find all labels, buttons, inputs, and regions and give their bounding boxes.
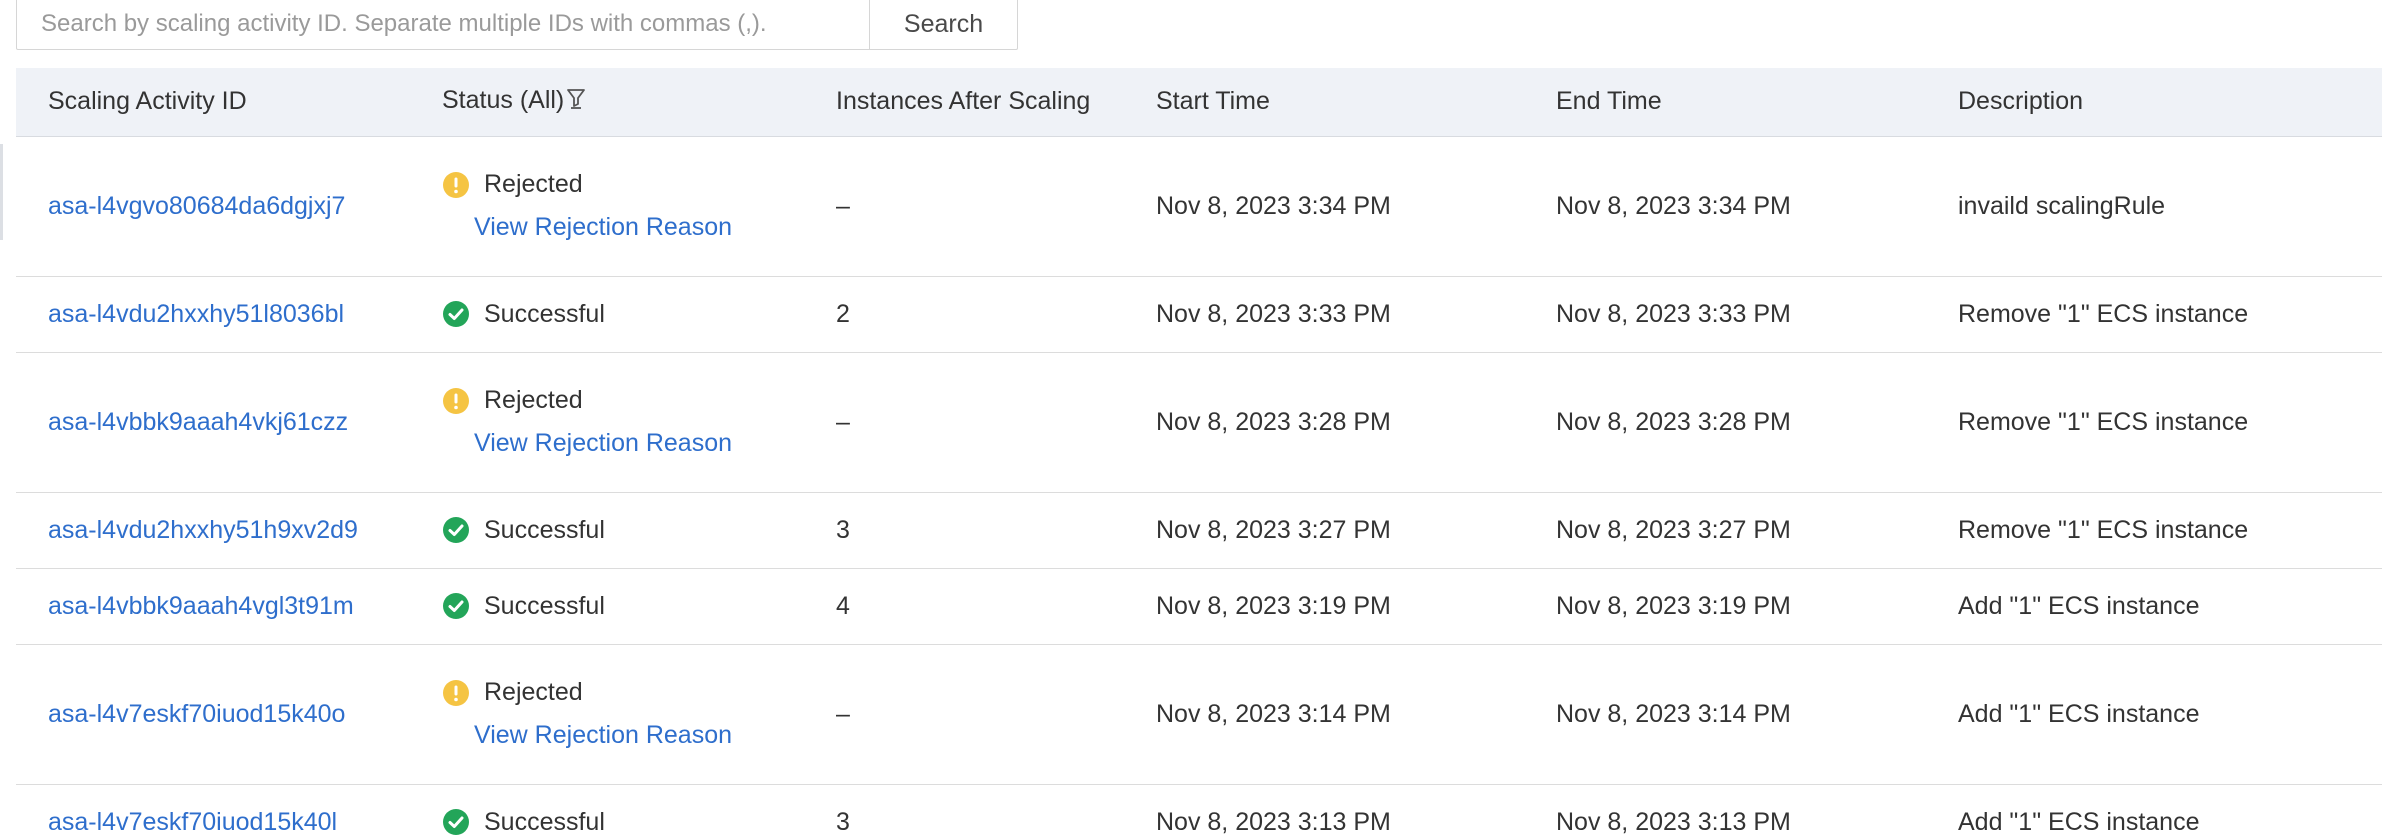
check-circle-icon — [442, 516, 470, 544]
column-header-start-time: Start Time — [1142, 68, 1542, 137]
table-row: asa-l4v7eskf70iuod15k40l Successful 3 Nov 8… — [16, 784, 2382, 838]
activity-id-link[interactable]: asa-l4vdu2hxxhy51l8036bl — [48, 300, 344, 328]
cell-status: Successful — [422, 784, 822, 838]
status-line: Successful — [442, 300, 822, 329]
column-header-end-time: End Time — [1542, 68, 1942, 137]
cell-description: Remove "1" ECS instance — [1942, 352, 2382, 493]
table-header-row: Scaling Activity ID Status (All) Instanc… — [16, 68, 2382, 137]
cell-activity-id: asa-l4vgvo80684da6dgjxj7 — [16, 136, 422, 277]
cell-start-time: Nov 8, 2023 3:28 PM — [1142, 352, 1542, 493]
check-circle-icon — [442, 300, 470, 328]
table-row: asa-l4vbbk9aaah4vgl3t91m Successful 4 Nov 8… — [16, 568, 2382, 645]
cell-instances: – — [822, 352, 1142, 493]
cell-end-time: Nov 8, 2023 3:13 PM — [1542, 784, 1942, 838]
cell-status: Rejected View Rejection Reason — [422, 136, 822, 277]
cell-instances: 4 — [822, 568, 1142, 645]
status-text: Successful — [484, 299, 605, 328]
status-line: Successful — [442, 808, 822, 837]
status-line: Rejected — [442, 170, 822, 199]
cell-status: Rejected View Rejection Reason — [422, 352, 822, 493]
cell-instances: 3 — [822, 492, 1142, 569]
warning-icon — [442, 387, 470, 415]
activity-id-link[interactable]: asa-l4vdu2hxxhy51h9xv2d9 — [48, 516, 358, 544]
scaling-activities-table: Scaling Activity ID Status (All) Instanc… — [16, 68, 2382, 838]
cell-description: Add "1" ECS instance — [1942, 644, 2382, 785]
search-button[interactable]: Search — [870, 0, 1018, 50]
view-rejection-reason-link[interactable]: View Rejection Reason — [474, 429, 822, 458]
cell-end-time: Nov 8, 2023 3:27 PM — [1542, 492, 1942, 569]
column-header-status-label: Status (All) — [442, 85, 565, 114]
cell-description: Add "1" ECS instance — [1942, 784, 2382, 838]
warning-icon — [442, 679, 470, 707]
table-body: asa-l4vgvo80684da6dgjxj7 Rejected View Rej… — [16, 136, 2382, 838]
status-text: Rejected — [484, 170, 583, 198]
warning-icon — [442, 171, 470, 199]
cell-instances: 2 — [822, 276, 1142, 353]
table-row: asa-l4vgvo80684da6dgjxj7 Rejected View Rej… — [16, 136, 2382, 277]
cell-status: Successful — [422, 276, 822, 353]
cell-activity-id: asa-l4vdu2hxxhy51l8036bl — [16, 276, 422, 353]
cell-description: Remove "1" ECS instance — [1942, 276, 2382, 353]
cell-activity-id: asa-l4vbbk9aaah4vkj61czz — [16, 352, 422, 493]
cell-start-time: Nov 8, 2023 3:27 PM — [1142, 492, 1542, 569]
activity-id-link[interactable]: asa-l4v7eskf70iuod15k40o — [48, 700, 345, 728]
cell-instances: – — [822, 136, 1142, 277]
cell-end-time: Nov 8, 2023 3:33 PM — [1542, 276, 1942, 353]
status-line: Successful — [442, 516, 822, 545]
cell-end-time: Nov 8, 2023 3:28 PM — [1542, 352, 1942, 493]
cell-status: Rejected View Rejection Reason — [422, 644, 822, 785]
table-row: asa-l4v7eskf70iuod15k40o Rejected View Rej… — [16, 644, 2382, 785]
status-line: Rejected — [442, 386, 822, 415]
status-text: Successful — [484, 515, 605, 544]
cell-status: Successful — [422, 568, 822, 645]
search-bar: Search — [16, 0, 1018, 50]
status-text: Successful — [484, 591, 605, 620]
view-rejection-reason-link[interactable]: View Rejection Reason — [474, 213, 822, 242]
cell-start-time: Nov 8, 2023 3:33 PM — [1142, 276, 1542, 353]
cell-status: Successful — [422, 492, 822, 569]
cell-start-time: Nov 8, 2023 3:14 PM — [1142, 644, 1542, 785]
cell-description: Add "1" ECS instance — [1942, 568, 2382, 645]
column-header-status[interactable]: Status (All) — [422, 68, 822, 137]
activity-id-link[interactable]: asa-l4vbbk9aaah4vgl3t91m — [48, 592, 354, 620]
check-circle-icon — [442, 808, 470, 836]
cell-description: invaild scalingRule — [1942, 136, 2382, 277]
column-header-id: Scaling Activity ID — [16, 68, 422, 137]
cell-end-time: Nov 8, 2023 3:34 PM — [1542, 136, 1942, 277]
check-circle-icon — [442, 592, 470, 620]
status-line: Rejected — [442, 678, 822, 707]
cell-activity-id: asa-l4vbbk9aaah4vgl3t91m — [16, 568, 422, 645]
activity-id-link[interactable]: asa-l4vbbk9aaah4vkj61czz — [48, 408, 348, 436]
scaling-activities-page: Search Scaling Activity ID Status (All) — [0, 0, 2382, 838]
view-rejection-reason-link[interactable]: View Rejection Reason — [474, 721, 822, 750]
table-row: asa-l4vdu2hxxhy51l8036bl Successful 2 Nov 8… — [16, 276, 2382, 353]
cell-start-time: Nov 8, 2023 3:13 PM — [1142, 784, 1542, 838]
cell-instances: 3 — [822, 784, 1142, 838]
cell-start-time: Nov 8, 2023 3:34 PM — [1142, 136, 1542, 277]
cell-activity-id: asa-l4v7eskf70iuod15k40l — [16, 784, 422, 838]
status-line: Successful — [442, 592, 822, 621]
status-text: Successful — [484, 807, 605, 836]
activity-id-link[interactable]: asa-l4v7eskf70iuod15k40l — [48, 808, 337, 836]
search-input[interactable] — [16, 0, 870, 50]
activity-id-link[interactable]: asa-l4vgvo80684da6dgjxj7 — [48, 192, 345, 220]
left-edge-accent — [0, 144, 3, 240]
cell-instances: – — [822, 644, 1142, 785]
cell-start-time: Nov 8, 2023 3:19 PM — [1142, 568, 1542, 645]
cell-activity-id: asa-l4vdu2hxxhy51h9xv2d9 — [16, 492, 422, 569]
cell-end-time: Nov 8, 2023 3:19 PM — [1542, 568, 1942, 645]
table-row: asa-l4vdu2hxxhy51h9xv2d9 Successful 3 Nov 8… — [16, 492, 2382, 569]
cell-description: Remove "1" ECS instance — [1942, 492, 2382, 569]
column-header-instances: Instances After Scaling — [822, 68, 1142, 137]
table-row: asa-l4vbbk9aaah4vkj61czz Rejected View Rej… — [16, 352, 2382, 493]
cell-activity-id: asa-l4v7eskf70iuod15k40o — [16, 644, 422, 785]
status-text: Rejected — [484, 386, 583, 414]
cell-end-time: Nov 8, 2023 3:14 PM — [1542, 644, 1942, 785]
status-text: Rejected — [484, 678, 583, 706]
funnel-icon[interactable] — [566, 87, 586, 118]
column-header-description: Description — [1942, 68, 2382, 137]
